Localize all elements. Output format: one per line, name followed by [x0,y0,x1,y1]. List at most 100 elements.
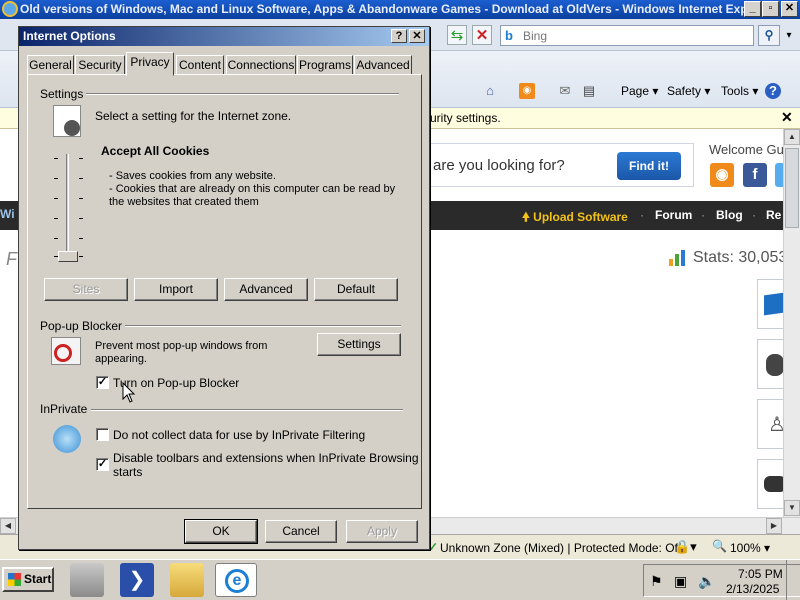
cancel-button[interactable]: Cancel [265,520,337,543]
site-search-prompt: are you looking for? [433,157,565,174]
popup-blocker-icon [51,337,81,365]
popup-description-line2: appearing. [95,353,147,365]
stop-icon[interactable]: ✕ [472,25,492,45]
site-search-box[interactable]: are you looking for? Find it! [428,143,694,187]
slider-tick [79,158,83,159]
scroll-left-icon[interactable]: ◀ [0,518,16,534]
slider-tick [54,218,58,219]
vertical-scroll-thumb[interactable] [785,148,799,228]
slider-tick [79,198,83,199]
volume-muted-icon[interactable]: 🔈 [698,573,715,590]
slider-tick [54,238,58,239]
browser-window-title: Old versions of Windows, Mac and Linux S… [20,2,759,16]
explorer-folder-icon[interactable] [170,563,204,597]
tools-menu[interactable]: Tools ▾ [721,84,758,98]
disable-toolbars-checkbox[interactable]: ✓ [96,458,109,471]
disable-toolbars-label-line2[interactable]: starts [113,465,142,479]
turn-on-popup-blocker-checkbox[interactable]: ✓ [96,376,109,389]
privacy-document-icon [53,105,81,137]
ok-button[interactable]: OK [184,519,258,544]
show-desktop-button[interactable] [786,560,800,600]
inprivate-filtering-checkbox[interactable] [96,428,109,441]
action-center-flag-icon[interactable]: ⚑ [650,573,663,590]
scroll-down-icon[interactable]: ▼ [784,500,800,516]
help-icon[interactable]: ? [391,29,407,43]
close-icon[interactable]: ✕ [781,109,793,126]
slider-tick [79,238,83,239]
privacy-level-slider[interactable] [49,152,89,264]
group-divider [79,93,399,95]
stats-counter: Stats: 30,053 [693,249,783,266]
system-tray: ⚑ ▣ 🔈 7:05 PM 2/13/2025 [643,564,800,597]
slider-tick [79,178,83,179]
windows-category-tile[interactable] [757,279,783,329]
clock-date[interactable]: 2/13/2025 [726,582,779,596]
clock-time[interactable]: 7:05 PM [738,567,783,581]
find-it-button[interactable]: Find it! [617,152,681,180]
tab-advanced[interactable]: Advanced [354,55,412,75]
import-button[interactable]: Import [134,278,218,301]
start-button[interactable]: Start [2,567,54,592]
protected-mode-icon[interactable]: 🔒▾ [674,539,697,555]
rss-icon[interactable]: ◉ [710,163,734,187]
mac-category-tile[interactable] [757,339,783,389]
apply-button[interactable]: Apply [346,520,418,543]
help-icon[interactable]: ? [765,83,781,99]
slider-tick [79,218,83,219]
scroll-right-icon[interactable]: ▶ [766,518,782,534]
search-dropdown-icon[interactable]: ▾ [782,25,796,46]
dialog-close-icon[interactable]: ✕ [409,29,425,43]
close-window-button[interactable]: ✕ [781,1,798,17]
internet-explorer-taskbar-button[interactable]: e [215,563,257,597]
powershell-icon[interactable]: ❯ [120,563,154,597]
dialog-titlebar[interactable]: Internet Options ? ✕ [19,27,429,46]
upload-software-label: Upload Software [533,210,628,224]
scroll-up-icon[interactable]: ▲ [784,129,800,145]
search-box[interactable]: b [500,25,754,46]
default-button[interactable]: Default [314,278,398,301]
sites-button[interactable]: Sites [44,278,128,301]
tab-privacy[interactable]: Privacy [126,52,174,76]
print-icon[interactable]: ▤ [581,83,597,99]
home-icon[interactable]: ⌂ [482,83,498,99]
safety-menu[interactable]: Safety ▾ [667,84,710,98]
server-manager-icon[interactable] [70,563,104,597]
tab-programs[interactable]: Programs [297,55,353,75]
settings-intro: Select a setting for the Internet zone. [95,109,292,123]
tab-general[interactable]: General [27,55,74,75]
advanced-button[interactable]: Advanced [224,278,308,301]
blog-link[interactable]: Blog [716,208,743,222]
page-menu[interactable]: Page ▾ [621,84,658,98]
tab-security[interactable]: Security [75,55,125,75]
slider-thumb[interactable] [58,251,78,262]
facebook-icon[interactable]: f [743,163,767,187]
more-nav-link[interactable]: Re [766,208,781,222]
twitter-icon[interactable] [775,163,783,187]
tab-content[interactable]: Content [176,55,224,75]
apple-icon [766,354,783,376]
minimize-button[interactable]: _ [744,1,761,17]
vertical-scrollbar[interactable]: ▲ ▼ [783,129,800,517]
tab-connections[interactable]: Connections [226,55,296,75]
mail-icon[interactable]: ✉ [557,83,573,99]
zoom-icon[interactable]: 🔍 [712,539,727,553]
privacy-level-line2: - Cookies that are already on this compu… [109,183,396,195]
network-icon[interactable]: ▣ [674,573,687,590]
search-go-icon[interactable]: ⚲ [758,25,780,46]
disable-toolbars-label-line1[interactable]: Disable toolbars and extensions when InP… [113,451,419,465]
nav-partial-item[interactable]: Wi [0,207,15,221]
windows-logo-icon [8,573,21,586]
zoom-level[interactable]: 100% ▾ [730,541,770,555]
taskbar: Start ❯ e ⚑ ▣ 🔈 7:05 PM 2/13/2025 [0,559,800,600]
popup-settings-button[interactable]: Settings [317,333,401,356]
refresh-icon[interactable]: ⇆ [447,25,467,45]
search-input[interactable] [523,27,751,44]
rss-feed-icon[interactable]: ◉ [519,83,535,99]
maximize-button[interactable]: ▫ [762,1,779,17]
forum-link[interactable]: Forum [655,208,692,222]
linux-category-tile[interactable]: ♙ [757,399,783,449]
inprivate-filtering-label[interactable]: Do not collect data for use by InPrivate… [113,428,365,442]
settings-group-label: Settings [40,87,87,101]
games-category-tile[interactable] [757,459,783,509]
upload-software-link[interactable]: 🠝 Upload Software [522,208,628,229]
